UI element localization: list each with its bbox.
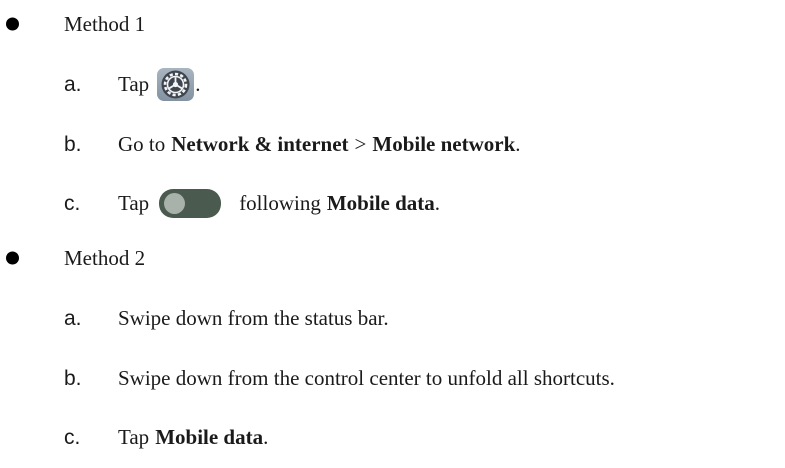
settings-gear-icon [157,67,195,101]
menu-path-mobile-network: Mobile network [372,131,516,156]
step-text: Tap [118,190,150,215]
step-body: Tap . [118,67,201,101]
method-1-title: Method 1 [64,11,146,36]
method-2-item: Method 2 [0,243,785,273]
step-body: Swipe down from the status bar. [118,305,389,330]
step-text-mid: following [239,190,321,215]
step-text: Swipe down from the status bar. [118,305,389,330]
bullet-icon [6,17,19,31]
mobile-data-label: Mobile data [326,190,435,215]
method-2-title: Method 2 [64,245,146,270]
method-2-step-c: c. Tap Mobile data. [0,422,785,452]
toggle-switch-icon [159,188,222,218]
step-body: Tap following Mobile data. [118,188,441,218]
step-letter: c. [64,191,81,215]
menu-path-network: Network & internet [171,131,349,156]
step-letter: c. [64,425,81,449]
step-body: Go to Network & internet > Mobile network. [118,131,521,156]
step-text: Tap [118,71,150,96]
step-text-after: . [195,71,201,96]
step-body: Swipe down from the control center to un… [118,365,615,390]
step-letter: b. [64,366,82,390]
step-text-after: . [434,190,441,215]
step-text: Swipe down from the control center to un… [118,365,615,390]
step-text: Go to [118,131,166,156]
method-1-step-a: a. Tap . [0,67,785,101]
method-2-step-b: b. Swipe down from the control center to… [0,363,785,393]
step-letter: b. [64,132,82,156]
step-letter: a. [64,306,82,330]
method-2-step-a: a. Swipe down from the status bar. [0,303,785,333]
method-1-item: Method 1 [0,9,785,39]
step-body: Tap Mobile data. [118,424,269,449]
bullet-icon [6,251,19,265]
mobile-data-label: Mobile data [155,424,264,449]
step-text: Tap [118,424,150,449]
step-letter: a. [64,72,82,96]
step-text-after: . [515,131,521,156]
method-1-step-c: c. Tap following Mobile data. [0,188,785,218]
toggle-knob [164,192,186,214]
path-separator: > [354,131,367,156]
method-1-step-b: b. Go to Network & internet > Mobile networ… [0,129,785,159]
step-text-after: . [263,424,269,449]
